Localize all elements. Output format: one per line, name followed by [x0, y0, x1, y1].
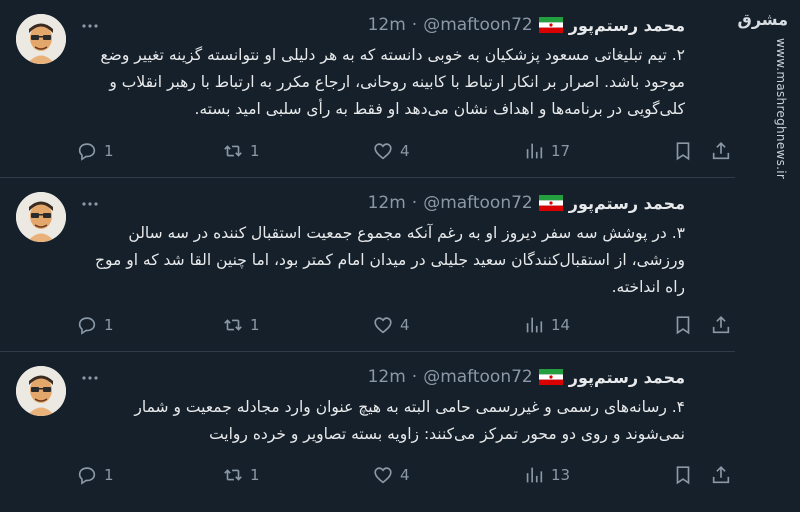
- timestamp[interactable]: 12m: [368, 193, 406, 213]
- views-button[interactable]: 17: [523, 139, 570, 163]
- display-name[interactable]: محمد رستم‌پور: [569, 194, 685, 213]
- avatar[interactable]: [16, 192, 66, 242]
- retweet-count: 1: [250, 142, 260, 160]
- views-count: 13: [551, 466, 571, 484]
- more-icon[interactable]: [80, 16, 100, 36]
- display-name[interactable]: محمد رستم‌پور: [569, 368, 685, 387]
- like-icon: [374, 143, 392, 160]
- views-button[interactable]: 13: [523, 463, 570, 487]
- user-handle[interactable]: @maftoon72: [423, 193, 533, 213]
- views-icon: [526, 317, 543, 333]
- views-icon: [526, 467, 543, 483]
- tweet-actions: 1 1 4 17: [76, 139, 730, 163]
- share-button[interactable]: [710, 463, 732, 487]
- share-icon: [712, 316, 730, 334]
- bookmark-icon: [676, 142, 690, 161]
- separator-dot: ·: [411, 367, 418, 387]
- retweet-icon: [224, 469, 242, 481]
- share-button[interactable]: [710, 139, 732, 163]
- tweet[interactable]: 12m · @maftoon72 محمد رستم‌پور ۳. در پوش…: [0, 178, 735, 352]
- like-icon: [374, 317, 392, 334]
- more-icon[interactable]: [80, 368, 100, 388]
- tweet[interactable]: 12m · @maftoon72 محمد رستم‌پور ۴. رسانه‌…: [0, 352, 735, 512]
- share-button[interactable]: [710, 313, 732, 337]
- share-icon: [712, 142, 730, 160]
- tweet-actions: 1 1 4 14: [76, 313, 730, 337]
- share-icon: [712, 466, 730, 484]
- bookmark-button[interactable]: [672, 463, 694, 487]
- like-count: 4: [400, 316, 410, 334]
- reply-button[interactable]: 1: [76, 463, 114, 487]
- views-count: 17: [551, 142, 571, 160]
- like-count: 4: [400, 142, 410, 160]
- avatar[interactable]: [16, 366, 66, 416]
- retweet-icon: [224, 319, 242, 331]
- user-handle[interactable]: @maftoon72: [423, 15, 533, 35]
- watermark-logo: مشرق: [737, 10, 788, 29]
- bookmark-icon: [676, 316, 690, 335]
- tweet-actions: 1 1 4 13: [76, 463, 730, 487]
- reply-icon: [78, 467, 96, 485]
- like-button[interactable]: 4: [372, 313, 410, 337]
- views-icon: [526, 143, 543, 159]
- retweet-button[interactable]: 1: [222, 139, 260, 163]
- more-icon[interactable]: [80, 194, 100, 214]
- retweet-button[interactable]: 1: [222, 313, 260, 337]
- tweet-text: ۳. در پوشش سه سفر دیروز او به رغم آنکه م…: [94, 224, 685, 296]
- bookmark-icon: [676, 466, 690, 485]
- watermark-url: www.mashreghnews.ir: [774, 38, 788, 180]
- like-icon: [374, 467, 392, 484]
- like-button[interactable]: 4: [372, 139, 410, 163]
- views-button[interactable]: 14: [523, 313, 570, 337]
- display-name[interactable]: محمد رستم‌پور: [569, 16, 685, 35]
- user-handle[interactable]: @maftoon72: [423, 367, 533, 387]
- like-button[interactable]: 4: [372, 463, 410, 487]
- tweet-text: ۴. رسانه‌های رسمی و غیررسمی حامی البته ب…: [134, 398, 685, 443]
- reply-count: 1: [104, 316, 114, 334]
- timestamp[interactable]: 12m: [368, 15, 406, 35]
- avatar[interactable]: [16, 14, 66, 64]
- bookmark-button[interactable]: [672, 139, 694, 163]
- bookmark-button[interactable]: [672, 313, 694, 337]
- separator-dot: ·: [411, 15, 418, 35]
- retweet-icon: [224, 145, 242, 157]
- tweet-header: 12m · @maftoon72 محمد رستم‌پور: [368, 364, 685, 390]
- reply-button[interactable]: 1: [76, 139, 114, 163]
- tweet-header: 12m · @maftoon72 محمد رستم‌پور: [368, 190, 685, 216]
- iran-flag-icon: [538, 195, 563, 211]
- tweet-text: ۲. تیم تبلیغاتی مسعود پزشکیان به خوبی دا…: [100, 46, 685, 118]
- reply-count: 1: [104, 142, 114, 160]
- watermark: مشرق www.mashreghnews.ir: [735, 0, 800, 512]
- tweet-feed: 12m · @maftoon72 محمد رستم‌پور ۲. تیم تب…: [0, 0, 735, 512]
- reply-icon: [78, 143, 96, 161]
- tweet[interactable]: 12m · @maftoon72 محمد رستم‌پور ۲. تیم تب…: [0, 0, 735, 178]
- reply-icon: [78, 317, 96, 335]
- retweet-count: 1: [250, 466, 260, 484]
- reply-count: 1: [104, 466, 114, 484]
- iran-flag-icon: [538, 17, 563, 33]
- tweet-header: 12m · @maftoon72 محمد رستم‌پور: [368, 12, 685, 38]
- iran-flag-icon: [538, 369, 563, 385]
- views-count: 14: [551, 316, 571, 334]
- retweet-button[interactable]: 1: [222, 463, 260, 487]
- separator-dot: ·: [411, 193, 418, 213]
- like-count: 4: [400, 466, 410, 484]
- timestamp[interactable]: 12m: [368, 367, 406, 387]
- reply-button[interactable]: 1: [76, 313, 114, 337]
- retweet-count: 1: [250, 316, 260, 334]
